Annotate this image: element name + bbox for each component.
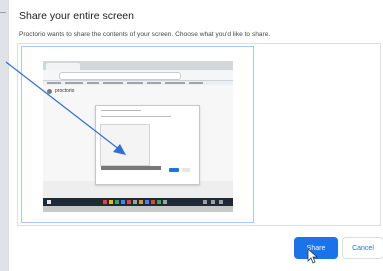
mouse-pointer-icon <box>307 248 318 264</box>
annotation-arrow <box>5 61 126 155</box>
